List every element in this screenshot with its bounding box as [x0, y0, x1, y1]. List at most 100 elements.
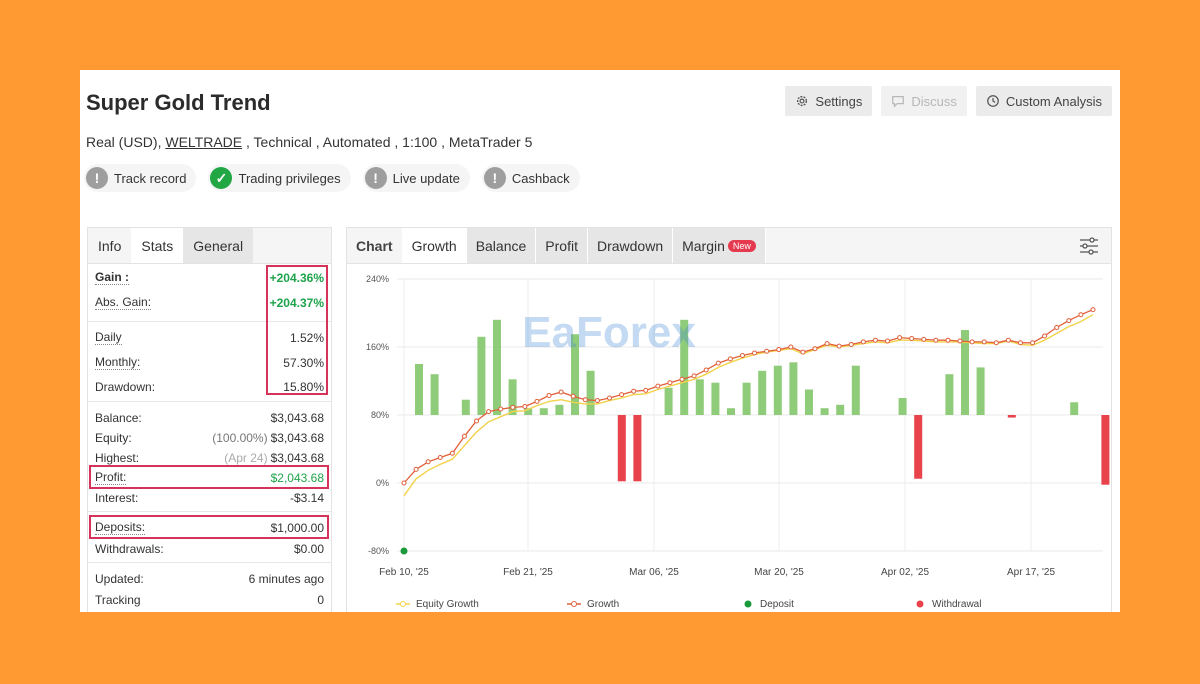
cashback-badge[interactable]: ! Cashback: [481, 164, 580, 192]
stat-label: Balance:: [95, 411, 142, 425]
stat-withdrawals: Withdrawals: $0.00: [88, 539, 331, 559]
stat-value: 0: [317, 593, 324, 607]
track-record-badge[interactable]: ! Track record: [84, 164, 197, 192]
legend-label: Deposit: [760, 599, 794, 610]
badge-label: Live update: [392, 170, 460, 186]
stat-prefix: (100.00%): [212, 431, 268, 445]
legend-marker: [400, 601, 406, 607]
legend-deposit[interactable]: Deposit: [744, 599, 795, 610]
stat-label: Updated:: [95, 572, 144, 586]
x-tick-label: Mar 06, '25: [629, 567, 679, 578]
x-tick-label: Feb 10, '25: [379, 567, 429, 578]
legend-label: Withdrawal: [932, 599, 981, 610]
bar-negative: [633, 415, 642, 482]
stat-balance: Balance: $3,043.68: [88, 408, 331, 428]
growth-point: [461, 433, 467, 439]
new-badge: New: [727, 240, 756, 252]
discuss-button[interactable]: Discuss: [881, 86, 967, 116]
tab-balance[interactable]: Balance: [466, 228, 537, 263]
growth-point: [449, 450, 455, 456]
tab-general[interactable]: General: [183, 228, 254, 263]
chart-tabs: Chart Growth Balance Profit Drawdown Mar…: [347, 228, 1111, 264]
growth-point: [679, 376, 685, 382]
custom-analysis-button[interactable]: Custom Analysis: [975, 86, 1112, 116]
growth-point: [1030, 340, 1036, 346]
stat-value: $3,043.68: [270, 431, 324, 445]
growth-point: [1090, 307, 1096, 313]
stat-label: Drawdown:: [95, 380, 156, 394]
highlight-box-profit: [89, 465, 329, 489]
stat-label: Daily: [95, 330, 122, 345]
x-tick-label: Apr 17, '25: [1007, 567, 1055, 578]
bar-positive: [430, 374, 439, 415]
growth-point: [812, 346, 818, 352]
legend-growth[interactable]: Growth: [567, 599, 619, 610]
bar-positive: [976, 367, 985, 415]
tab-margin[interactable]: Margin New: [673, 228, 766, 263]
growth-point: [969, 339, 975, 345]
badge-label: Trading privileges: [238, 170, 341, 186]
broker-link[interactable]: WELTRADE: [165, 134, 242, 150]
legend-marker: [571, 601, 577, 607]
x-tick-label: Mar 20, '25: [754, 567, 804, 578]
live-update-badge[interactable]: ! Live update: [362, 164, 470, 192]
gear-icon: [797, 95, 808, 107]
growth-point: [860, 339, 866, 345]
stat-label: Monthly:: [95, 355, 141, 370]
y-tick-label: 0%: [376, 478, 389, 488]
bar-positive: [805, 389, 813, 415]
status-badges: ! Track record ✓ Trading privileges ! Li…: [84, 164, 580, 192]
growth-point: [993, 340, 999, 346]
growth-point: [546, 392, 552, 398]
comment-icon: [892, 96, 905, 108]
stat-tracking: Tracking 0: [88, 590, 331, 610]
growth-point: [582, 397, 588, 403]
legend-withdrawal[interactable]: Withdrawal: [916, 599, 982, 610]
growth-point: [872, 337, 878, 343]
tab-growth[interactable]: Growth: [402, 228, 467, 263]
highlight-box-deposits: [89, 515, 329, 539]
y-tick-label: -80%: [368, 546, 389, 556]
tab-stats[interactable]: Stats: [131, 228, 184, 263]
growth-point: [606, 395, 612, 401]
filter-settings-icon[interactable]: [1079, 236, 1099, 256]
tab-info[interactable]: Info: [88, 228, 131, 263]
stat-label: Equity:: [95, 431, 132, 445]
watermark-text: EaForex: [522, 308, 696, 357]
exclamation-icon: !: [483, 167, 506, 189]
badge-label: Cashback: [511, 170, 570, 186]
bar-negative: [1007, 415, 1016, 418]
legend-label: Equity Growth: [416, 599, 479, 610]
stat-prefix: (Apr 24): [224, 451, 268, 465]
growth-chart[interactable]: 240% 160% 80% 0% -80% Feb 10, '25 Feb 21…: [347, 265, 1111, 612]
top-actions: Settings Discuss Custom Analysis: [785, 86, 1112, 116]
growth-point: [788, 344, 794, 350]
bar-positive: [758, 370, 767, 415]
growth-point: [1078, 312, 1084, 318]
settings-button[interactable]: Settings: [785, 86, 873, 116]
tab-margin-label: Margin: [682, 238, 725, 254]
growth-point: [824, 341, 830, 347]
chart-tabs-title: Chart: [347, 228, 403, 263]
growth-point: [631, 388, 637, 394]
growth-point: [727, 356, 733, 362]
account-subtitle: Real (USD), WELTRADE , Technical , Autom…: [86, 134, 532, 150]
bar-positive: [727, 408, 735, 415]
legend-equity-growth[interactable]: Equity Growth: [396, 599, 479, 610]
growth-point: [534, 398, 540, 404]
growth-point: [897, 335, 903, 341]
chart-legend: Equity Growth Growth Deposit Withdrawal: [396, 599, 981, 610]
tab-profit[interactable]: Profit: [536, 228, 588, 263]
tab-drawdown[interactable]: Drawdown: [587, 228, 674, 263]
growth-point: [945, 337, 951, 343]
discuss-label: Discuss: [911, 93, 957, 109]
growth-point: [776, 347, 782, 353]
check-icon: ✓: [210, 167, 233, 189]
growth-point: [715, 360, 721, 366]
legend-marker: [916, 600, 924, 608]
trading-privileges-badge[interactable]: ✓ Trading privileges: [208, 164, 351, 192]
stat-value: $3,043.68: [270, 411, 324, 425]
x-tick-label: Apr 02, '25: [881, 567, 929, 578]
growth-point: [752, 350, 758, 356]
growth-point: [1066, 318, 1072, 324]
